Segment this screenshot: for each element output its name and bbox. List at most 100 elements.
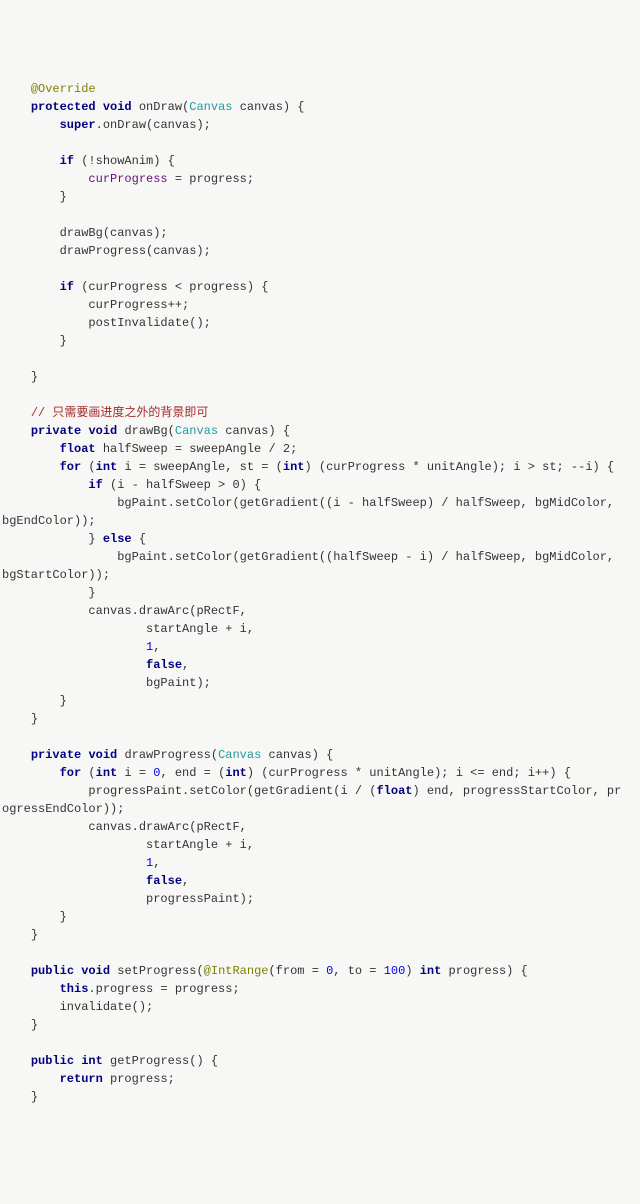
line: invalidate();: [2, 1000, 153, 1014]
annotation: @Override: [31, 82, 96, 96]
code-block: @Override protected void onDraw(Canvas c…: [2, 80, 638, 1106]
stmt-this-progress: .progress = progress;: [88, 982, 239, 996]
line: }: [2, 190, 67, 204]
kw-void: void: [88, 424, 117, 438]
line: }: [2, 1090, 38, 1104]
kw-void: void: [81, 964, 110, 978]
line: @Override: [2, 82, 96, 96]
call-canvas-drawArc: canvas.drawArc(pRectF,: [88, 604, 246, 618]
line: return progress;: [2, 1072, 175, 1086]
kw-void: void: [103, 100, 132, 114]
num-0b: 0: [326, 964, 333, 978]
line: canvas.drawArc(pRectF,: [2, 820, 247, 834]
param-canvas: canvas: [225, 424, 268, 438]
blank-line: [2, 136, 9, 150]
line: bgPaint.setColor(getGradient((i - halfSw…: [2, 496, 621, 510]
kw-void: void: [88, 748, 117, 762]
line: drawProgress(canvas);: [2, 244, 211, 258]
expr-curprog-unit: ) (curProgress * unitAngle); i > st; --i…: [304, 460, 614, 474]
line: drawBg(canvas);: [2, 226, 168, 240]
wrap-ogressEndColor: ogressEndColor));: [2, 802, 124, 816]
method-drawProgress: drawProgress: [124, 748, 210, 762]
line: }: [2, 370, 38, 384]
line: }: [2, 586, 96, 600]
arg-startAngle-i2: startAngle + i,: [146, 838, 254, 852]
comment-cn: // 只需要画进度之外的背景即可: [31, 406, 209, 420]
kw-float: float: [60, 442, 96, 456]
line: bgEndColor));: [2, 514, 96, 528]
method-setProgress: setProgress: [117, 964, 196, 978]
kw-int: int: [420, 964, 442, 978]
line: float halfSweep = sweepAngle / 2;: [2, 442, 297, 456]
cond-showAnim: (!showAnim) {: [81, 154, 175, 168]
line: false,: [2, 658, 189, 672]
blank-line: [2, 730, 9, 744]
kw-if: if: [88, 478, 102, 492]
field-curProgress: curProgress: [88, 172, 167, 186]
ret-progress: progress;: [103, 1072, 175, 1086]
line: progressPaint);: [2, 892, 254, 906]
kw-protected: protected: [31, 100, 96, 114]
line: if (curProgress < progress) {: [2, 280, 268, 294]
line: postInvalidate();: [2, 316, 211, 330]
param-canvas: canvas: [240, 100, 283, 114]
line: // 只需要画进度之外的背景即可: [2, 406, 208, 420]
blank-line: [2, 388, 9, 402]
expr-end-progstart: ) end, progressStartColor, pr: [412, 784, 621, 798]
kw-this: this: [60, 982, 89, 996]
line: bgPaint);: [2, 676, 211, 690]
line: startAngle + i,: [2, 838, 254, 852]
line: } else {: [2, 532, 146, 546]
line: 1,: [2, 640, 160, 654]
line: }: [2, 334, 67, 348]
line: startAngle + i,: [2, 622, 254, 636]
param-canvas: canvas: [269, 748, 312, 762]
call-invalidate: invalidate();: [60, 1000, 154, 1014]
kw-int-cast: int: [225, 766, 247, 780]
var-halfSweep: halfSweep: [103, 442, 168, 456]
kw-int: int: [96, 460, 118, 474]
kw-public: public: [31, 1054, 74, 1068]
cond-lt-progress: (curProgress < progress) {: [81, 280, 268, 294]
method-getProgress: getProgress: [110, 1054, 189, 1068]
kw-int: int: [96, 766, 118, 780]
call-onDraw: onDraw(canvas);: [103, 118, 211, 132]
line: super.onDraw(canvas);: [2, 118, 211, 132]
line: public void setProgress(@IntRange(from =…: [2, 964, 528, 978]
line: curProgress = progress;: [2, 172, 254, 186]
line: curProgress++;: [2, 298, 189, 312]
expr-sweep-div2: sweepAngle / 2;: [189, 442, 297, 456]
line: bgPaint.setColor(getGradient((halfSweep …: [2, 550, 621, 564]
wrap-bgEndColor: bgEndColor));: [2, 514, 96, 528]
line: ogressEndColor));: [2, 802, 124, 816]
line: this.progress = progress;: [2, 982, 240, 996]
line: }: [2, 910, 67, 924]
kw-if: if: [60, 280, 74, 294]
arg-bgPaint: bgPaint);: [146, 676, 211, 690]
call-bgPaint-setColor: bgPaint.setColor(getGradient((i - halfSw…: [117, 496, 621, 510]
method-drawBg: drawBg: [124, 424, 167, 438]
line: bgStartColor));: [2, 568, 110, 582]
kw-int-cast: int: [283, 460, 305, 474]
call-drawProgress: drawProgress(canvas);: [60, 244, 211, 258]
call-canvas-drawArc2: canvas.drawArc(pRectF,: [88, 820, 246, 834]
kw-return: return: [60, 1072, 103, 1086]
kw-super: super: [60, 118, 96, 132]
line: private void drawBg(Canvas canvas) {: [2, 424, 290, 438]
line: }: [2, 694, 67, 708]
line: private void drawProgress(Canvas canvas)…: [2, 748, 333, 762]
line: }: [2, 1018, 38, 1032]
kw-int: int: [81, 1054, 103, 1068]
type-canvas: Canvas: [175, 424, 218, 438]
kw-else: else: [103, 532, 132, 546]
line: 1,: [2, 856, 160, 870]
type-canvas: Canvas: [189, 100, 232, 114]
expr-curprog-unit2: ) (curProgress * unitAngle); i <= end; i…: [247, 766, 571, 780]
blank-line: [2, 352, 9, 366]
stmt-inc: curProgress++;: [88, 298, 189, 312]
line: }: [2, 928, 38, 942]
arg-startAngle-i: startAngle + i,: [146, 622, 254, 636]
call-bgPaint-setColor2: bgPaint.setColor(getGradient((halfSweep …: [117, 550, 621, 564]
type-canvas: Canvas: [218, 748, 261, 762]
line: false,: [2, 874, 189, 888]
